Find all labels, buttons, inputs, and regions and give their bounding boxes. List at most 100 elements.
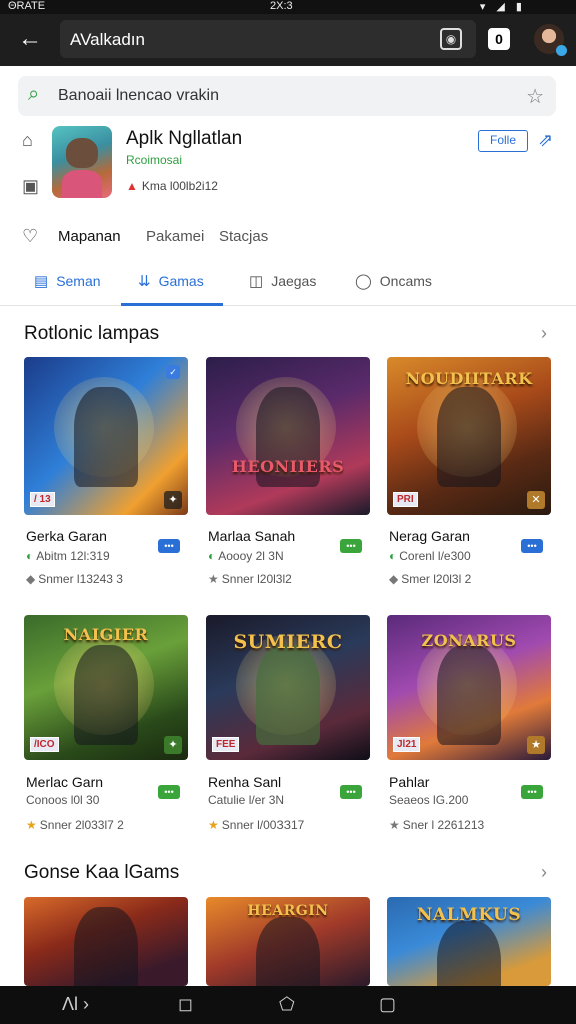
- game-rating-text: Sner l 2261213: [402, 818, 485, 832]
- download-icon[interactable]: ▣: [22, 176, 42, 196]
- game-rating-text: Smer l20l3l 2: [401, 572, 472, 586]
- tab-label: Oncams: [379, 273, 432, 289]
- lens-icon[interactable]: ◉: [440, 28, 462, 50]
- game-thumbnail: HEONIIERS: [206, 357, 370, 515]
- search-bar[interactable]: ⌕ Banoaii lnencao vrakin ☆: [18, 76, 556, 116]
- game-rating: ◆ Snmer l13243 3: [26, 572, 123, 586]
- status-bar: ΘRATE 2X:3 ▾ ◢ ▮: [0, 0, 576, 14]
- status-bar-time: 2X:3: [270, 0, 293, 12]
- game-subtitle: ◐ Abitm 12l:319: [26, 549, 110, 563]
- game-thumbnail: SUMIERC FEE: [206, 615, 370, 760]
- nav-home-icon[interactable]: ◻: [178, 994, 193, 1015]
- thumb-title: NAIGIER: [63, 625, 149, 644]
- rating-badge: FEE: [212, 737, 240, 752]
- thumb-figure-shape: [256, 645, 320, 745]
- nav-back-icon[interactable]: Λl ›: [62, 994, 89, 1015]
- game-subtitle: ◐ Corenl l/e300: [389, 549, 471, 563]
- game-card[interactable]: ✓ / 13 ✦ Gerka Garan ◐ Abitm 12l:319 ◆ Snm…: [24, 357, 188, 597]
- home-icon[interactable]: ⌂: [22, 130, 42, 150]
- logo-face-shape: [66, 138, 98, 168]
- game-name: Pahlar: [389, 774, 430, 790]
- thumb-title: HEARGIN: [247, 903, 329, 919]
- share-icon[interactable]: ⇗: [538, 130, 553, 151]
- heart-icon[interactable]: ♡: [22, 226, 38, 247]
- game-thumbnail: ✓ / 13 ✦: [24, 357, 188, 515]
- thumb-figure-shape: [74, 645, 138, 745]
- app-meta-text: Kma l00lb2i12: [141, 179, 218, 193]
- game-card[interactable]: SUMIERC FEE Renha Sanl Catulie l/er 3N ★…: [206, 615, 370, 840]
- game-subtitle: Catulie l/er 3N: [208, 793, 285, 807]
- install-pill[interactable]: •••: [340, 539, 362, 553]
- game-rating: ◆ Smer l20l3l 2: [389, 572, 471, 586]
- tab-oncams[interactable]: ◯ Oncams: [355, 272, 432, 290]
- game-name: Nerag Garan: [389, 528, 470, 544]
- bookmark-star-icon[interactable]: ☆: [526, 84, 544, 109]
- avatar[interactable]: [534, 24, 567, 56]
- chevron-right-icon[interactable]: ›: [541, 862, 547, 883]
- game-subtitle: Seaeos lG.200: [389, 793, 469, 807]
- game-card[interactable]: HEONIIERS Marlaa Sanah ◐ Aoooy 2l 3N ★ Snn…: [206, 357, 370, 597]
- game-name: Merlac Garn: [26, 774, 104, 790]
- game-card[interactable]: ZONARUS Jl21 ★ Pahlar Seaeos lG.200 ★ Sne…: [387, 615, 551, 840]
- section-title-2: Gonse Kaa lGams: [24, 862, 180, 883]
- install-pill[interactable]: •••: [340, 785, 362, 799]
- game-rating-text: Snner 2l033l7 2: [39, 818, 124, 832]
- game-card[interactable]: NAIGIER /ICO ✦ Merlac Garn Conoos l0l 30…: [24, 615, 188, 840]
- game-thumbnail: NOUDIITARK PRI ✕: [387, 357, 551, 515]
- address-bar[interactable]: AValkadın ◉: [60, 20, 476, 58]
- star-icon: ★: [208, 572, 219, 586]
- back-arrow-icon[interactable]: ←: [18, 26, 44, 52]
- nav-assistant-icon[interactable]: ⬠: [279, 994, 295, 1015]
- game-rating-text: Snmer l13243 3: [38, 572, 123, 586]
- thumb-figure-shape: [437, 645, 501, 745]
- search-icon: ⌕: [28, 83, 40, 105]
- tab-switcher-button[interactable]: 0: [488, 28, 510, 50]
- status-bar-icons: ▾ ◢ ▮: [479, 1, 526, 13]
- game-thumbnail: NAIGIER /ICO ✦: [24, 615, 188, 760]
- nav-recents-icon[interactable]: ▢: [379, 994, 396, 1015]
- chip-2[interactable]: Stacjas: [219, 228, 268, 245]
- tab-seman[interactable]: ▤ Seman: [34, 272, 101, 290]
- filter-chips: ♡ Mapanan Pakamei Stacjas: [0, 222, 576, 252]
- developer-icon: ◐: [208, 549, 216, 563]
- tab-gamas[interactable]: ⇊ Gamas: [138, 272, 204, 290]
- selected-check-icon: ✓: [166, 365, 180, 379]
- rating-badge: /ICO: [30, 737, 59, 752]
- follow-button[interactable]: Folle: [478, 130, 528, 152]
- install-pill[interactable]: •••: [158, 539, 180, 553]
- app-developer[interactable]: Rcoimosai: [126, 153, 182, 167]
- tab-bar: ▤ Seman ⇊ Gamas ◫ Jaegas ◯ Oncams: [0, 262, 576, 306]
- chip-0[interactable]: Mapanan: [58, 228, 121, 245]
- app-name: Aplk Ngllatlan: [126, 128, 243, 149]
- chip-1[interactable]: Pakamei: [146, 228, 204, 245]
- game-subtitle-text: Corenl l/e300: [399, 549, 471, 563]
- game-thumbnail: ZONARUS Jl21 ★: [387, 615, 551, 760]
- thumb-title: ZONARUS: [421, 631, 517, 650]
- chevron-right-icon[interactable]: ›: [541, 323, 547, 344]
- grid-icon: ◫: [249, 273, 264, 290]
- thumb-figure-shape: [74, 387, 138, 487]
- game-card[interactable]: [24, 897, 188, 986]
- tab-label: Jaegas: [271, 273, 317, 289]
- thumb-title: NALMKUS: [416, 905, 522, 925]
- install-pill[interactable]: •••: [158, 785, 180, 799]
- address-bar-text: AValkadın: [70, 30, 145, 49]
- thumb-figure-shape: [74, 907, 138, 986]
- section-title-1: Rotlonic lampas: [24, 323, 160, 344]
- install-pill[interactable]: •••: [521, 785, 543, 799]
- star-icon: ◆: [26, 572, 36, 586]
- search-input[interactable]: Banoaii lnencao vrakin: [58, 87, 219, 105]
- game-rating: ★ Snner l/00ЗЗ17: [208, 818, 304, 832]
- developer-icon: ◐: [389, 549, 397, 563]
- app-bar: ← AValkadın ◉ 0: [0, 14, 576, 66]
- game-name: Renha Sanl: [208, 774, 282, 790]
- game-card[interactable]: NALMKUS: [387, 897, 551, 986]
- game-card[interactable]: HEARGIN: [206, 897, 370, 986]
- game-subtitle-text: Abitm 12l:319: [36, 549, 110, 563]
- tab-jaegas[interactable]: ◫ Jaegas: [249, 272, 316, 290]
- game-thumbnail: HEARGIN: [206, 897, 370, 986]
- game-name: Marlaa Sanah: [208, 528, 296, 544]
- rating-icon: ▲: [126, 179, 138, 193]
- install-pill[interactable]: •••: [521, 539, 543, 553]
- game-card[interactable]: NOUDIITARK PRI ✕ Nerag Garan ◐ Corenl l/e…: [387, 357, 551, 597]
